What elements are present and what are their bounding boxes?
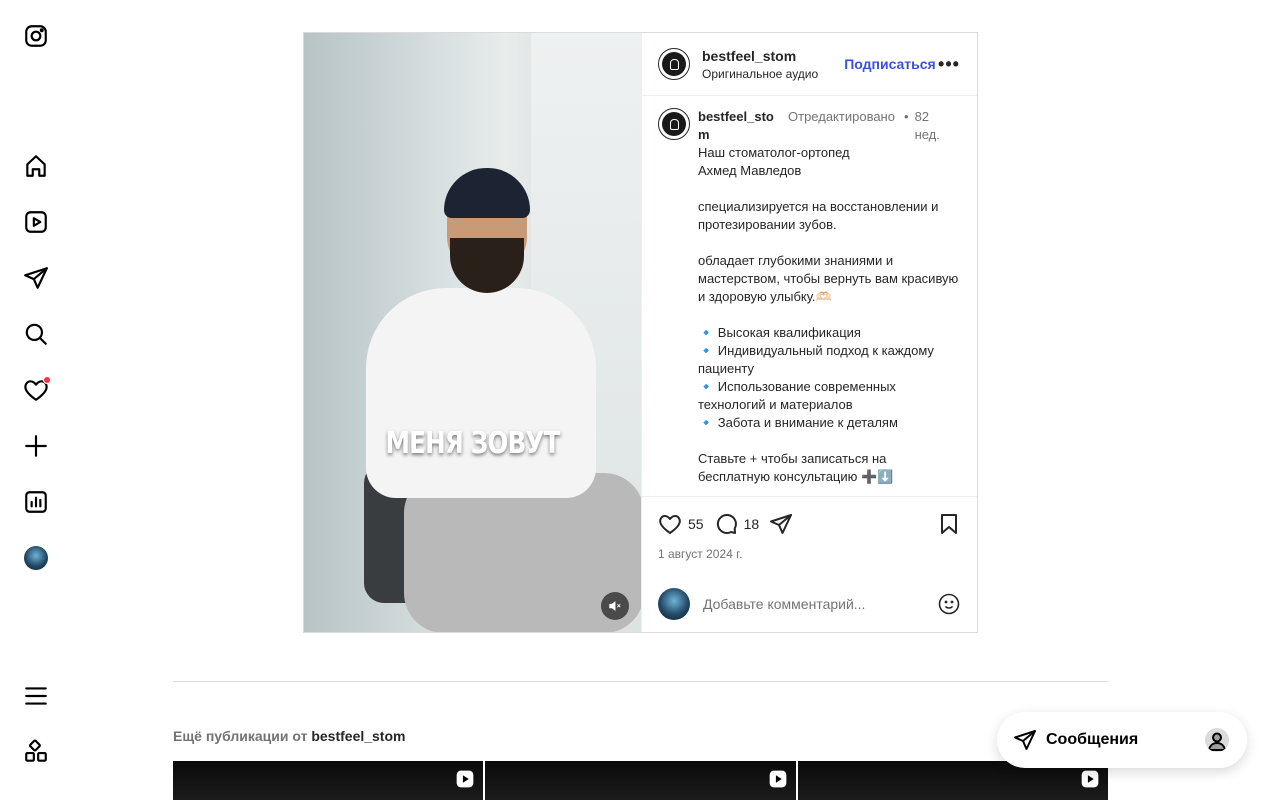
caption-line (698, 234, 960, 252)
follow-button[interactable]: Подписаться (844, 56, 936, 72)
mute-button[interactable] (601, 592, 629, 620)
save-button[interactable] (937, 512, 961, 536)
reel-icon (455, 769, 475, 789)
search-icon[interactable] (22, 320, 50, 348)
notification-dot (43, 376, 51, 384)
messages-button[interactable]: Сообщения (997, 712, 1247, 768)
video-overlay-text: МЕНЯ ЗОВУТ (385, 426, 560, 461)
profile-avatar[interactable] (22, 544, 50, 572)
post-header: bestfeel_stom Оригинальное аудио Подписа… (642, 33, 977, 96)
create-plus-icon[interactable] (22, 432, 50, 460)
section-divider (173, 681, 1108, 682)
more-posts-username[interactable]: bestfeel_stom (311, 728, 405, 744)
comment-input[interactable] (703, 596, 913, 612)
post-sidebar: bestfeel_stom Оригинальное аудио Подписа… (641, 33, 977, 632)
more-options-icon[interactable]: ••• (937, 55, 961, 73)
reel-icon (768, 769, 788, 789)
caption-line (698, 432, 960, 450)
heart-icon (659, 515, 681, 534)
caption-line (698, 306, 960, 324)
caption-line (698, 180, 960, 198)
share-button[interactable] (769, 512, 793, 536)
like-button[interactable] (658, 512, 682, 536)
caption-line: обладает глубокими знаниями и мастерство… (698, 253, 959, 304)
also-from-meta-icon[interactable] (22, 738, 50, 766)
smiley-icon (938, 593, 960, 615)
caption-line: 🔹 Забота и внимание к деталям (698, 415, 898, 430)
caption-line: специализируется на восстановлении и про… (698, 199, 939, 232)
comment-composer (642, 576, 977, 632)
reels-icon[interactable] (22, 208, 50, 236)
dashboard-icon[interactable] (22, 488, 50, 516)
comment-button[interactable] (714, 512, 738, 536)
caption-line: 🔹 Высокая квалификация (698, 325, 861, 340)
messages-label: Сообщения (1046, 731, 1139, 748)
caption-line: Наш стоматолог-ортопед (698, 145, 850, 160)
share-icon (770, 514, 793, 534)
direct-icon[interactable] (22, 264, 50, 292)
direct-icon (1014, 730, 1036, 750)
post-age[interactable]: 82 нед. (915, 108, 949, 144)
grid-post[interactable] (173, 761, 484, 800)
sidebar-nav (0, 0, 72, 800)
caption-text: Наш стоматолог-ортопед Ахмед Мавледов сп… (698, 144, 960, 486)
post-actions: 55 18 1 август 2024 г. (642, 496, 977, 576)
post-date[interactable]: 1 август 2024 г. (658, 547, 961, 561)
caption-line: 🔹 Индивидуальный подход к каждому пациен… (698, 343, 934, 376)
reel-icon (1080, 769, 1100, 789)
grid-post[interactable] (485, 761, 796, 800)
bookmark-icon (941, 514, 957, 534)
caption-line: Ахмед Мавледов (698, 163, 802, 178)
like-count[interactable]: 55 (688, 516, 704, 532)
caption-area: bestfeel_stom Отредактировано • 82 нед. … (642, 96, 977, 496)
home-icon[interactable] (22, 152, 50, 180)
caption-username[interactable]: bestfeel_stom (698, 108, 780, 144)
notifications-heart-icon[interactable] (22, 376, 51, 404)
more-posts-grid (173, 761, 1108, 800)
more-posts-heading: Ещё публикации от bestfeel_stom (173, 728, 405, 744)
post-video[interactable]: МЕНЯ ЗОВУТ (304, 33, 641, 632)
more-posts-prefix: Ещё публикации от (173, 728, 308, 744)
author-avatar[interactable] (658, 48, 690, 80)
original-audio-link[interactable]: Оригинальное аудио (702, 67, 818, 81)
comment-icon (716, 514, 737, 534)
speaker-muted-icon (609, 601, 621, 611)
caption-line: Ставьте + чтобы записаться на бесплатную… (698, 451, 894, 484)
comment-count[interactable]: 18 (744, 516, 760, 532)
menu-hamburger-icon[interactable] (22, 682, 50, 710)
messages-avatar (1205, 728, 1229, 752)
instagram-logo-icon[interactable] (22, 22, 50, 50)
emoji-button[interactable] (937, 592, 961, 616)
meta-dot: • (904, 109, 909, 124)
author-username[interactable]: bestfeel_stom (702, 48, 818, 64)
viewer-avatar (658, 588, 690, 620)
post-card: МЕНЯ ЗОВУТ bestfeel_stom Оригинальное ау… (303, 32, 978, 633)
caption-author-avatar[interactable] (658, 108, 690, 140)
edited-label: Отредактировано (788, 109, 895, 124)
caption-line: 🔹 Использование современных технологий и… (698, 379, 896, 412)
